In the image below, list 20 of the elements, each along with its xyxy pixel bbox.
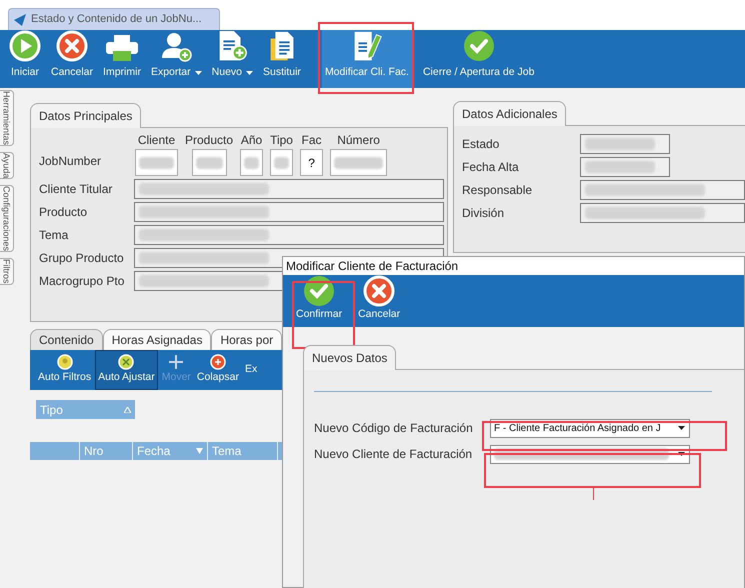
column-header: Número (337, 132, 380, 149)
field-label: JobNumber (39, 153, 102, 170)
field-label: Fecha Alta (462, 159, 520, 176)
column-header: Tipo (270, 132, 293, 149)
field-label: División (462, 205, 506, 222)
document-tab-title: Estado y Contenido de un JobNu... (31, 12, 202, 28)
field-label: Responsable (462, 182, 534, 199)
column-header: Cliente (138, 132, 176, 149)
column-header: Producto (185, 132, 234, 149)
field-label: Tema (39, 227, 70, 244)
field-label: Nuevo Código de Facturación (314, 420, 474, 438)
column-header: Fac (302, 132, 322, 149)
field-label: Macrogrupo Pto (39, 273, 126, 290)
field-label: Cliente Titular (39, 181, 114, 198)
field-label: Grupo Producto (39, 250, 125, 267)
column-header: Año (240, 132, 262, 149)
dialog-title: Modificar Cliente de Facturación (286, 258, 458, 275)
field-label: Nuevo Cliente de Facturación (314, 446, 474, 464)
field-label: Estado (462, 136, 500, 153)
field-label: Producto (39, 204, 88, 221)
